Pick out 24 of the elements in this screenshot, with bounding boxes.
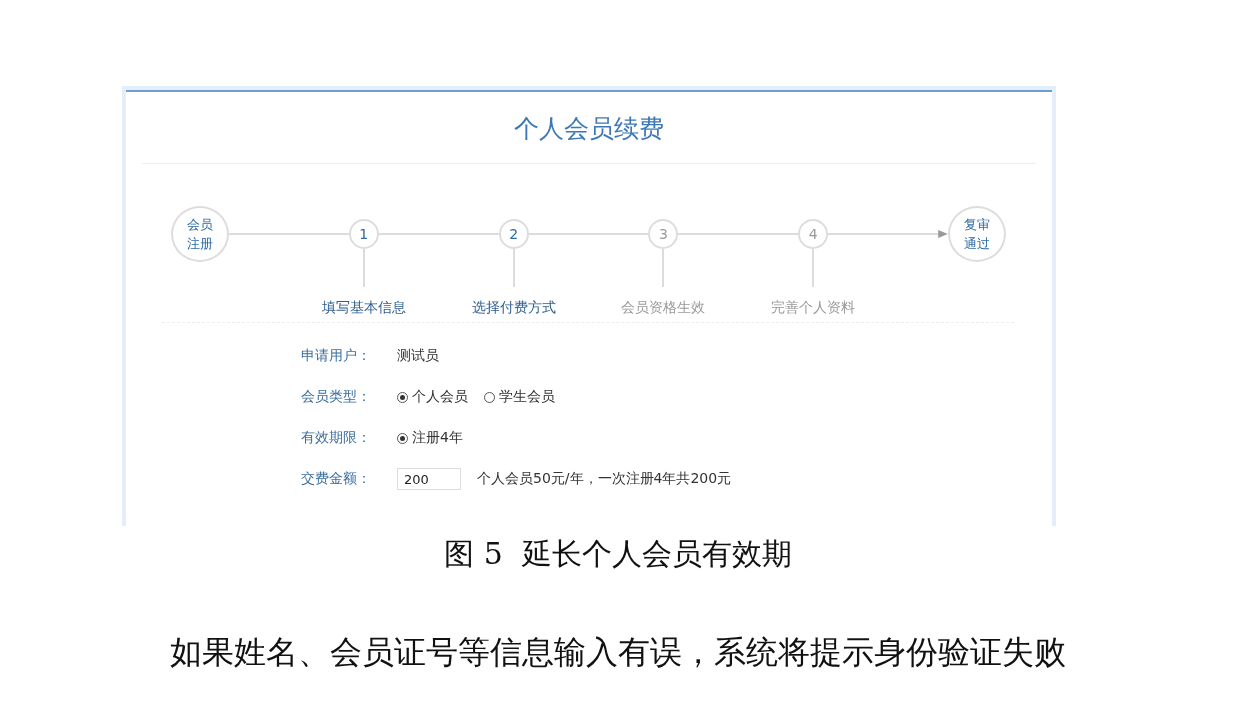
field-label: 交费金额：: [301, 470, 372, 488]
radio-option[interactable]: 个人会员: [397, 388, 468, 406]
step-label: 填写基本信息: [321, 299, 406, 317]
step-number: 4: [798, 219, 829, 249]
step-label: 选择付费方式: [471, 299, 556, 317]
arrow-line-icon: [828, 229, 948, 239]
amount-field[interactable]: 200: [397, 468, 461, 490]
radio-option[interactable]: 注册4年: [397, 429, 463, 447]
step-label: 会员资格生效: [621, 299, 706, 317]
step-circle: 会员注册: [171, 206, 229, 262]
field-value: 测试员: [397, 347, 439, 365]
step-number: 1: [348, 219, 379, 249]
step-label: 完善个人资料: [771, 299, 856, 317]
body-text: 如果姓名、会员证号等信息输入有误，系统将提示身份验证失败: [170, 632, 1066, 673]
step-number: 2: [498, 219, 529, 249]
step-number: 3: [648, 219, 679, 249]
step-circle: 复审通过: [948, 206, 1006, 262]
radio-option[interactable]: 学生会员: [484, 388, 555, 406]
panel-title: 个人会员续费: [142, 90, 1036, 164]
figure-caption: 图 5 延长个人会员有效期: [444, 535, 792, 573]
field-label: 有效期限：: [301, 429, 372, 447]
field-label: 申请用户：: [301, 347, 372, 365]
field-label: 会员类型：: [301, 388, 372, 406]
fee-note: 个人会员50元/年，一次注册4年共200元: [477, 470, 732, 488]
